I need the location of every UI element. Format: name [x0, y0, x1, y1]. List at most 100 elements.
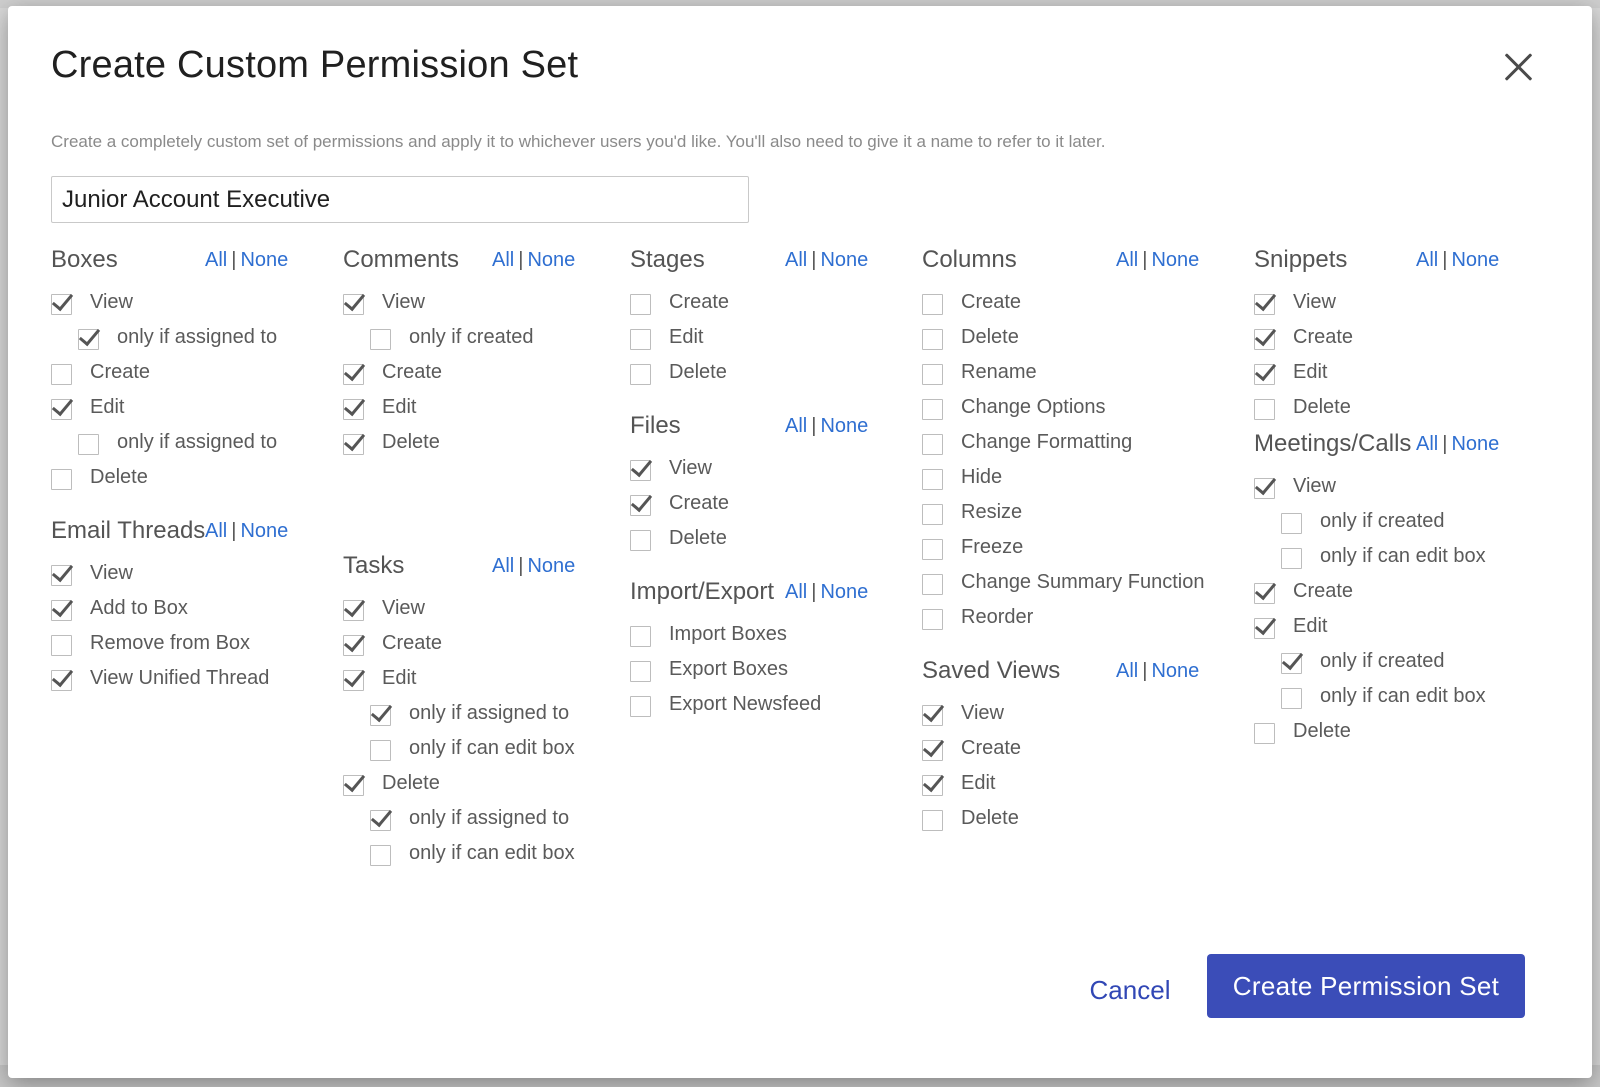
permission-item[interactable]: Create — [630, 291, 880, 326]
permission-item[interactable]: Delete — [922, 807, 1212, 842]
unchecked-checkbox[interactable] — [51, 635, 72, 656]
checked-checkbox[interactable] — [922, 775, 943, 796]
unchecked-checkbox[interactable] — [630, 626, 651, 647]
permission-item[interactable]: only if assigned to — [78, 431, 301, 466]
select-none-stages-link[interactable]: None — [820, 249, 868, 271]
unchecked-checkbox[interactable] — [922, 434, 943, 455]
unchecked-checkbox[interactable] — [922, 539, 943, 560]
unchecked-checkbox[interactable] — [1281, 513, 1302, 534]
permission-item[interactable]: Create — [630, 492, 880, 527]
checked-checkbox[interactable] — [370, 810, 391, 831]
checked-checkbox[interactable] — [51, 294, 72, 315]
select-all-columns-link[interactable]: All — [1116, 249, 1138, 271]
select-all-import-export-link[interactable]: All — [785, 581, 807, 603]
unchecked-checkbox[interactable] — [922, 364, 943, 385]
select-none-saved-views-link[interactable]: None — [1151, 660, 1199, 682]
permission-item[interactable]: Create — [1254, 580, 1514, 615]
select-all-stages-link[interactable]: All — [785, 249, 807, 271]
permission-item[interactable]: Remove from Box — [51, 632, 301, 667]
permission-item[interactable]: only if can edit box — [370, 737, 593, 772]
checked-checkbox[interactable] — [343, 635, 364, 656]
permission-item[interactable]: Freeze — [922, 536, 1212, 571]
unchecked-checkbox[interactable] — [922, 574, 943, 595]
permission-item[interactable]: View — [1254, 291, 1514, 326]
checked-checkbox[interactable] — [343, 434, 364, 455]
select-none-email-threads-link[interactable]: None — [240, 520, 288, 542]
checked-checkbox[interactable] — [1254, 618, 1275, 639]
unchecked-checkbox[interactable] — [630, 294, 651, 315]
select-none-meetings-calls-link[interactable]: None — [1451, 433, 1499, 455]
permission-item[interactable]: Change Formatting — [922, 431, 1212, 466]
unchecked-checkbox[interactable] — [370, 845, 391, 866]
permission-item[interactable]: Delete — [343, 431, 593, 466]
permission-item[interactable]: View — [343, 291, 593, 326]
permission-item[interactable]: Add to Box — [51, 597, 301, 632]
select-all-meetings-calls-link[interactable]: All — [1416, 433, 1438, 455]
unchecked-checkbox[interactable] — [630, 364, 651, 385]
unchecked-checkbox[interactable] — [51, 364, 72, 385]
permission-item[interactable]: View — [343, 597, 593, 632]
permission-item[interactable]: View — [51, 562, 301, 597]
select-none-tasks-link[interactable]: None — [527, 555, 575, 577]
checked-checkbox[interactable] — [922, 705, 943, 726]
permission-item[interactable]: Create — [922, 737, 1212, 772]
select-none-files-link[interactable]: None — [820, 415, 868, 437]
checked-checkbox[interactable] — [1254, 329, 1275, 350]
checked-checkbox[interactable] — [78, 329, 99, 350]
permission-item[interactable]: Rename — [922, 361, 1212, 396]
permission-item[interactable]: Delete — [343, 772, 593, 807]
unchecked-checkbox[interactable] — [370, 329, 391, 350]
permission-item[interactable]: only if can edit box — [370, 842, 593, 877]
checked-checkbox[interactable] — [1281, 653, 1302, 674]
permission-item[interactable]: Change Summary Function — [922, 571, 1212, 606]
checked-checkbox[interactable] — [630, 495, 651, 516]
checked-checkbox[interactable] — [1254, 364, 1275, 385]
permission-item[interactable]: Hide — [922, 466, 1212, 501]
permission-item[interactable]: Edit — [51, 396, 301, 431]
unchecked-checkbox[interactable] — [630, 696, 651, 717]
unchecked-checkbox[interactable] — [630, 661, 651, 682]
permission-item[interactable]: only if can edit box — [1281, 545, 1514, 580]
unchecked-checkbox[interactable] — [922, 469, 943, 490]
checked-checkbox[interactable] — [1254, 294, 1275, 315]
permission-item[interactable]: only if can edit box — [1281, 685, 1514, 720]
select-all-tasks-link[interactable]: All — [492, 555, 514, 577]
permission-item[interactable]: Delete — [922, 326, 1212, 361]
unchecked-checkbox[interactable] — [630, 329, 651, 350]
select-none-columns-link[interactable]: None — [1151, 249, 1199, 271]
permission-item[interactable]: only if assigned to — [370, 807, 593, 842]
permission-item[interactable]: View — [922, 702, 1212, 737]
permission-item[interactable]: Create — [1254, 326, 1514, 361]
permission-item[interactable]: Export Newsfeed — [630, 693, 880, 728]
permission-item[interactable]: View — [630, 457, 880, 492]
checked-checkbox[interactable] — [343, 364, 364, 385]
select-none-import-export-link[interactable]: None — [820, 581, 868, 603]
permission-item[interactable]: Resize — [922, 501, 1212, 536]
permission-item[interactable]: only if created — [370, 326, 593, 361]
checked-checkbox[interactable] — [51, 565, 72, 586]
checked-checkbox[interactable] — [51, 600, 72, 621]
permission-item[interactable]: Delete — [51, 466, 301, 501]
permission-item[interactable]: Edit — [343, 667, 593, 702]
permission-item[interactable]: Edit — [1254, 361, 1514, 396]
select-all-boxes-link[interactable]: All — [205, 249, 227, 271]
unchecked-checkbox[interactable] — [1254, 399, 1275, 420]
checked-checkbox[interactable] — [1254, 583, 1275, 604]
checked-checkbox[interactable] — [370, 705, 391, 726]
unchecked-checkbox[interactable] — [1281, 548, 1302, 569]
permission-item[interactable]: Delete — [1254, 720, 1514, 755]
unchecked-checkbox[interactable] — [922, 399, 943, 420]
unchecked-checkbox[interactable] — [922, 294, 943, 315]
permission-item[interactable]: Delete — [630, 527, 880, 562]
permission-item[interactable]: Edit — [630, 326, 880, 361]
permission-item[interactable]: Import Boxes — [630, 623, 880, 658]
unchecked-checkbox[interactable] — [922, 609, 943, 630]
permission-item[interactable]: only if assigned to — [78, 326, 301, 361]
select-all-comments-link[interactable]: All — [492, 249, 514, 271]
unchecked-checkbox[interactable] — [1281, 688, 1302, 709]
create-permission-set-button[interactable]: Create Permission Set — [1207, 954, 1525, 1018]
checked-checkbox[interactable] — [51, 670, 72, 691]
permission-item[interactable]: View Unified Thread — [51, 667, 301, 702]
permission-set-name-input[interactable] — [51, 176, 749, 223]
checked-checkbox[interactable] — [343, 399, 364, 420]
